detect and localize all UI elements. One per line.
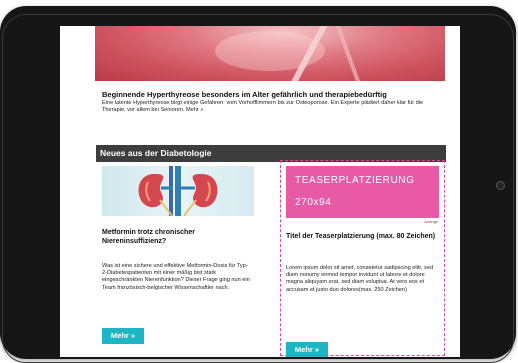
more-button-teaser[interactable]: Mehr » — [286, 342, 328, 357]
top-article-title[interactable]: Beginnende Hyperthyreose besonders im Al… — [102, 90, 452, 99]
teaser-ad-banner[interactable]: TEASERPLATZIERUNG 270x94 — [286, 166, 439, 218]
kidney-icon — [138, 166, 218, 216]
teaser-ad-size: 270x94 — [295, 197, 332, 208]
teaser-title[interactable]: Titel der Teaserplatzierung (max. 80 Zei… — [286, 233, 441, 242]
teaser-text: Lorem ipsum dolor sit amet, consetetur s… — [286, 265, 434, 293]
more-button-left[interactable]: Mehr » — [102, 328, 144, 344]
vena-cava — [169, 166, 173, 216]
hero-image[interactable] — [95, 26, 445, 81]
kidney-left — [138, 174, 164, 208]
tablet-screen: Beginnende Hyperthyreose besonders im Al… — [60, 26, 460, 357]
camera-icon — [496, 181, 505, 190]
top-article-text: Eine latente Hyperthyreose birgt einige … — [102, 100, 424, 113]
kidney-right — [192, 174, 218, 208]
hero-vessel-secondary — [333, 26, 361, 81]
kidney-image[interactable] — [102, 166, 254, 216]
left-article-title[interactable]: Metformin trotz chronischer Niereninsuff… — [102, 229, 252, 246]
aorta — [175, 166, 181, 216]
teaser-placement: TEASERPLATZIERUNG 270x94 Anzeige Titel d… — [280, 160, 445, 357]
teaser-ad-label: TEASERPLATZIERUNG — [295, 175, 415, 186]
left-article-text: Was ist eine sichere und effektive Metfo… — [102, 263, 250, 291]
section-title: Neues aus der Diabetologie — [100, 148, 212, 158]
ad-marker: Anzeige — [424, 220, 438, 224]
tablet-frame: Beginnende Hyperthyreose besonders im Al… — [0, 6, 516, 363]
